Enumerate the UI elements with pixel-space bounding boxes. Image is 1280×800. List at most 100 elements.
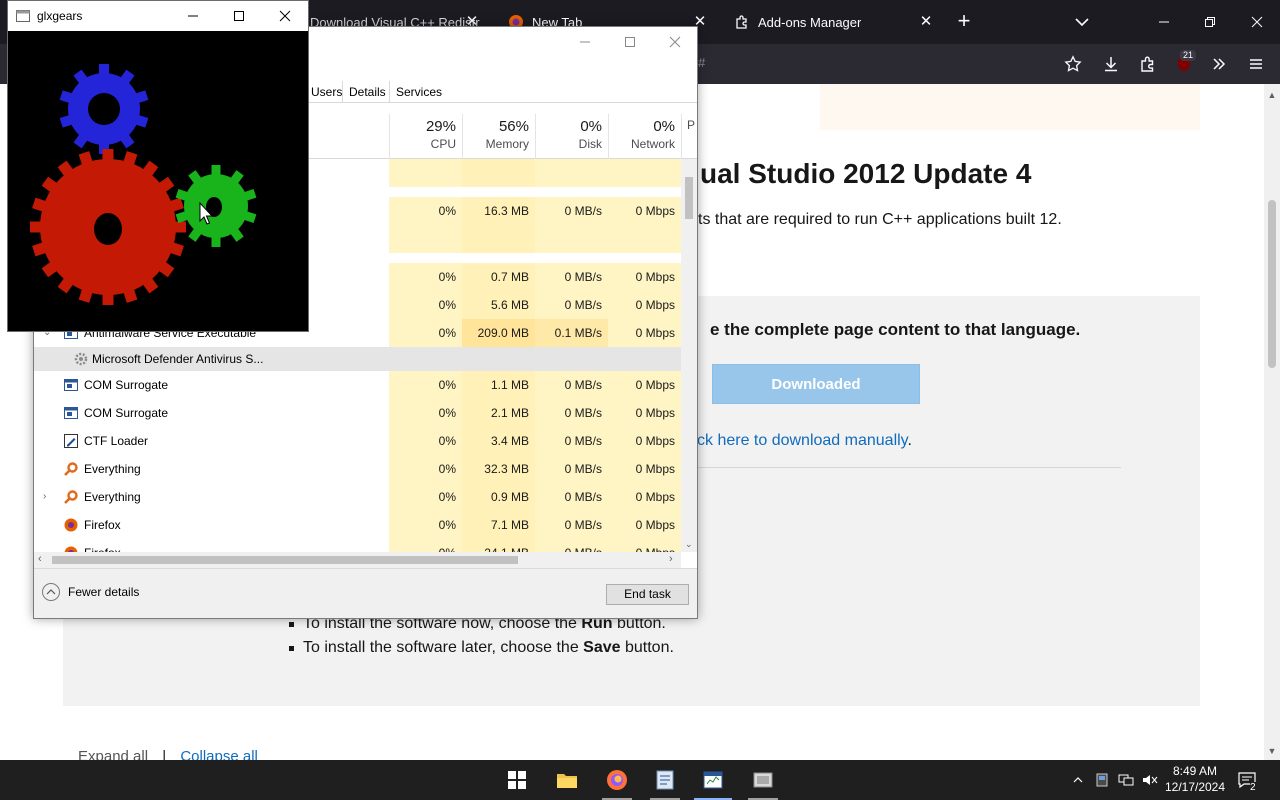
- system-clock[interactable]: 8:49 AM 12/17/2024: [1160, 763, 1230, 795]
- show-hidden-icons-chevron-icon[interactable]: [1068, 770, 1088, 790]
- cpu-cell: 0%: [389, 291, 462, 319]
- network-icon[interactable]: [1116, 770, 1136, 790]
- column-cpu[interactable]: 29% CPU: [389, 114, 462, 159]
- downloads-icon[interactable]: [1099, 52, 1123, 76]
- chevron-up-icon: [42, 583, 60, 601]
- minimize-icon[interactable]: [170, 1, 216, 31]
- end-task-button[interactable]: End task: [606, 584, 689, 605]
- table-row[interactable]: CTF Loader 0% 3.4 MB 0 MB/s 0 Mbps: [34, 427, 681, 455]
- horizontal-scrollbar[interactable]: ‹ ›: [34, 552, 681, 568]
- firefox-taskbar-icon[interactable]: [594, 760, 640, 800]
- column-network[interactable]: 0% Network: [608, 114, 681, 159]
- fewer-details-button[interactable]: Fewer details: [42, 583, 139, 601]
- bullet-text: To install the software later, choose th…: [303, 639, 584, 656]
- process-name: Firefox: [84, 518, 121, 532]
- disk-cell: [535, 159, 608, 187]
- blue-gear-icon: [59, 64, 149, 154]
- restore-icon[interactable]: [1187, 0, 1233, 44]
- manual-suffix: .: [907, 432, 912, 449]
- cpu-cell: 0%: [389, 399, 462, 427]
- table-row[interactable]: COM Surrogate 0% 1.1 MB 0 MB/s 0 Mbps: [34, 371, 681, 399]
- memory-cell: 2.1 MB: [462, 399, 535, 427]
- volume-muted-icon[interactable]: [1140, 770, 1160, 790]
- start-windows-icon[interactable]: [494, 760, 540, 800]
- bookmark-star-icon[interactable]: [1061, 52, 1085, 76]
- table-row[interactable]: Firefox 0% 24.1 MB 0 MB/s 0 Mbps: [34, 539, 681, 552]
- column-memory[interactable]: 56% Memory: [462, 114, 535, 159]
- close-window-icon[interactable]: [1234, 0, 1280, 44]
- network-cell: 0 Mbps: [608, 263, 681, 291]
- url-bar-text[interactable]: #: [698, 55, 705, 70]
- table-row[interactable]: Everything 0% 32.3 MB 0 MB/s 0 Mbps: [34, 455, 681, 483]
- memory-cell: 209.0 MB: [462, 319, 535, 347]
- page-scrollbar[interactable]: ▲ ▼: [1264, 84, 1280, 760]
- extensions-puzzle-icon[interactable]: [1136, 52, 1160, 76]
- memory-cell: 5.6 MB: [462, 291, 535, 319]
- tab-addons-manager[interactable]: Add-ons Manager ✕: [724, 0, 944, 44]
- scroll-right-icon[interactable]: ›: [669, 553, 673, 565]
- expand-all-link[interactable]: Expand all: [78, 748, 148, 760]
- expand-collapse-row: Expand all | Collapse all: [78, 748, 258, 760]
- disk-percent: 0%: [580, 118, 602, 135]
- maximize-icon[interactable]: [607, 27, 652, 57]
- scroll-left-icon[interactable]: ‹: [38, 553, 42, 565]
- table-row[interactable]: › Everything 0% 0.9 MB 0 MB/s 0 Mbps: [34, 483, 681, 511]
- scrollbar-thumb[interactable]: [1268, 200, 1276, 368]
- table-row[interactable]: COM Surrogate 0% 2.1 MB 0 MB/s 0 Mbps: [34, 399, 681, 427]
- collapse-all-link[interactable]: Collapse all: [180, 748, 258, 760]
- banner-strip: [820, 84, 1200, 130]
- cpu-cell: 0%: [389, 539, 462, 552]
- close-icon[interactable]: [262, 1, 308, 31]
- list-all-tabs-chevron-icon[interactable]: [1070, 10, 1094, 34]
- notepad-taskbar-icon[interactable]: [642, 760, 688, 800]
- scrollbar-thumb[interactable]: [52, 556, 518, 564]
- process-list-scrollbar[interactable]: ⌄: [681, 159, 697, 552]
- manual-download-link[interactable]: ck here to download manually: [697, 432, 908, 449]
- cpu-cell: 0%: [389, 427, 462, 455]
- notification-count-badge: 2: [1250, 782, 1256, 793]
- table-row-selected[interactable]: Microsoft Defender Antivirus S...: [34, 347, 681, 371]
- scrollbar-thumb[interactable]: [685, 177, 693, 219]
- glxgears-titlebar[interactable]: glxgears: [8, 1, 308, 31]
- disk-cell: 0 MB/s: [535, 263, 608, 291]
- memory-cell: 32.3 MB: [462, 455, 535, 483]
- file-explorer-icon[interactable]: [544, 760, 590, 800]
- scroll-up-icon[interactable]: ▲: [1267, 90, 1277, 100]
- windows-taskbar: 8:49 AM 12/17/2024 2: [0, 760, 1280, 800]
- scroll-down-icon[interactable]: ⌄: [685, 539, 693, 550]
- scroll-down-icon[interactable]: ▼: [1267, 746, 1277, 756]
- column-label: P: [687, 118, 696, 132]
- network-cell: 0 Mbps: [608, 483, 681, 511]
- tab-services[interactable]: Services: [389, 81, 448, 103]
- fewer-details-label: Fewer details: [68, 585, 140, 599]
- window-app-icon: [64, 406, 78, 420]
- task-manager-taskbar-icon[interactable]: [690, 760, 736, 800]
- gears-canvas[interactable]: [8, 31, 308, 331]
- language-notice: e the complete page content to that lang…: [710, 320, 1081, 339]
- tab-details[interactable]: Details: [342, 81, 392, 103]
- task-manager-footer: Fewer details End task: [34, 568, 697, 618]
- cpu-cell: [389, 225, 462, 253]
- clock-time: 8:49 AM: [1172, 764, 1218, 778]
- glxgears-taskbar-icon[interactable]: [740, 760, 786, 800]
- disk-cell: 0 MB/s: [535, 483, 608, 511]
- table-row[interactable]: Firefox 0% 7.1 MB 0 MB/s 0 Mbps: [34, 511, 681, 539]
- close-icon[interactable]: [652, 27, 697, 57]
- network-cell: 0 Mbps: [608, 291, 681, 319]
- tab-label: Add-ons Manager: [758, 14, 862, 30]
- new-tab-button[interactable]: +: [952, 10, 976, 34]
- minimize-icon[interactable]: [562, 27, 607, 57]
- cpu-cell: 0%: [389, 319, 462, 347]
- window-title: glxgears: [37, 9, 83, 23]
- expand-chevron-icon[interactable]: ›: [43, 483, 46, 511]
- network-cell: 0 Mbps: [608, 539, 681, 552]
- hamburger-menu-icon[interactable]: [1244, 52, 1268, 76]
- close-icon[interactable]: ✕: [916, 12, 936, 32]
- more-tools-chevron-icon[interactable]: [1207, 52, 1231, 76]
- column-disk[interactable]: 0% Disk: [535, 114, 608, 159]
- download-button[interactable]: Downloaded: [712, 364, 920, 404]
- maximize-icon[interactable]: [216, 1, 262, 31]
- minimize-icon[interactable]: [1141, 0, 1187, 44]
- column-power[interactable]: P: [681, 114, 697, 159]
- tray-app-icon[interactable]: [1092, 770, 1112, 790]
